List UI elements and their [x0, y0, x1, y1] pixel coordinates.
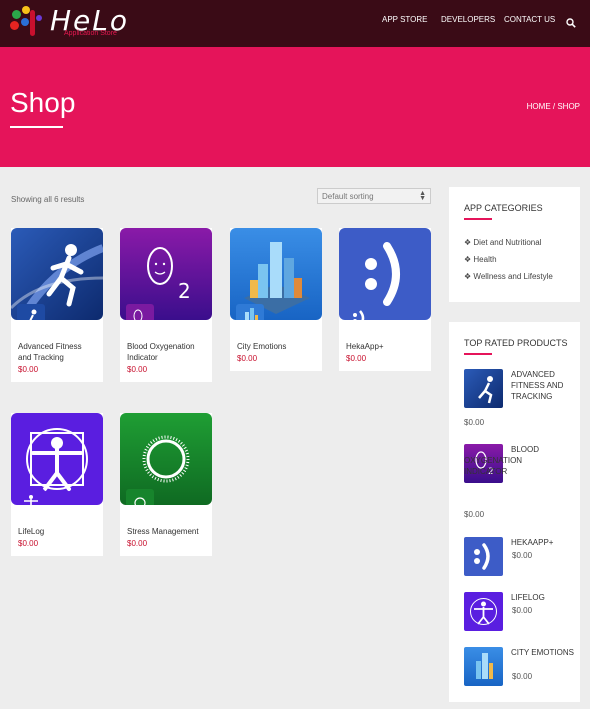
runner-thumb-icon	[29, 309, 37, 320]
product-image-lifelog[interactable]	[11, 413, 103, 505]
ring-thumb-icon	[134, 497, 146, 505]
product-card[interactable]: LifeLog $0.00	[11, 413, 103, 556]
top-rated-price: $0.00	[512, 551, 533, 560]
product-card[interactable]: Advanced Fitness and Tracking $0.00	[11, 228, 103, 382]
product-price: $0.00	[346, 354, 367, 363]
product-name[interactable]: LifeLog	[11, 505, 103, 537]
o2-thumb-icon: 2	[133, 309, 147, 320]
helo-logo[interactable]: HeLo Application Store	[10, 4, 127, 40]
product-thumb: 2	[126, 304, 154, 320]
title-underline	[10, 126, 63, 128]
select-arrows-icon: ▲ ▼	[419, 190, 426, 202]
top-rated-price: $0.00	[512, 606, 533, 615]
product-thumb	[17, 489, 45, 505]
top-rated-price: $0.00	[512, 672, 533, 681]
city-thumb-icon	[245, 308, 258, 320]
runner-icon[interactable]	[464, 369, 503, 408]
product-image-stress[interactable]	[120, 413, 212, 505]
product-price: $0.00	[127, 539, 148, 548]
category-label[interactable]: Diet and Nutritional	[473, 238, 541, 247]
category-item[interactable]: ❖ Wellness and Lifestyle	[464, 272, 553, 281]
logo-subtitle: Application Store	[64, 30, 117, 37]
top-rated-name[interactable]: BLOOD OXYGENATION INDICATOR	[464, 444, 581, 477]
product-card[interactable]: Stress Management $0.00	[120, 413, 212, 556]
breadcrumb[interactable]: HOME / SHOP	[527, 102, 580, 111]
product-image-heka[interactable]	[339, 228, 431, 320]
sort-selected-value: Default sorting	[322, 192, 374, 201]
category-item[interactable]: ❖ Diet and Nutritional	[464, 238, 541, 247]
top-rated-widget: TOP RATED PRODUCTS ADVANCED FITNESS AND …	[449, 322, 580, 702]
sort-select[interactable]: Default sorting ▲ ▼	[317, 188, 431, 204]
product-price: $0.00	[18, 365, 39, 374]
page-hero: Shop HOME / SHOP	[0, 47, 590, 167]
heka-thumb-icon	[353, 310, 365, 320]
product-card[interactable]: 2 2 Blood Oxygenation Indicator $0.00	[120, 228, 212, 382]
top-rated-name[interactable]: ADVANCED FITNESS AND TRACKING	[511, 369, 571, 402]
product-image-o2[interactable]: 2 2	[120, 228, 212, 320]
product-name[interactable]: City Emotions	[230, 320, 322, 352]
search-icon[interactable]	[566, 18, 576, 28]
top-rated-name[interactable]: CITY EMOTIONS	[511, 647, 581, 658]
nav-developers[interactable]: DEVELOPERS	[441, 15, 495, 24]
product-card[interactable]: City Emotions $0.00	[230, 228, 322, 371]
nav-app-store[interactable]: APP STORE	[382, 15, 428, 24]
product-price: $0.00	[237, 354, 258, 363]
product-image-city[interactable]	[230, 228, 322, 320]
top-rated-name[interactable]: HEKAAPP+	[511, 537, 581, 548]
top-navbar: HeLo Application Store APP STORE DEVELOP…	[0, 0, 590, 47]
product-thumb	[126, 489, 154, 505]
product-price: $0.00	[18, 539, 39, 548]
product-name[interactable]: Advanced Fitness and Tracking	[11, 320, 103, 363]
product-name[interactable]: Blood Oxygenation Indicator	[120, 320, 212, 363]
svg-text:2: 2	[143, 319, 147, 320]
page-title: Shop	[10, 87, 76, 118]
product-name[interactable]: Stress Management	[120, 505, 212, 537]
heka-face-icon[interactable]	[464, 537, 503, 576]
widget-title: APP CATEGORIES	[464, 203, 543, 213]
city-icon[interactable]	[464, 647, 503, 686]
product-price: $0.00	[127, 365, 148, 374]
category-label[interactable]: Wellness and Lifestyle	[473, 272, 552, 281]
category-label[interactable]: Health	[473, 255, 496, 264]
product-thumb	[236, 304, 264, 320]
top-rated-name-text[interactable]: BLOOD OXYGENATION INDICATOR	[464, 444, 564, 477]
app-categories-widget: APP CATEGORIES ❖ Diet and Nutritional ❖ …	[449, 187, 580, 302]
top-rated-price: $0.00	[464, 418, 485, 427]
vitruvian-thumb-icon	[24, 495, 38, 505]
widget-title: TOP RATED PRODUCTS	[464, 338, 568, 348]
top-rated-name[interactable]: LIFELOG	[511, 592, 581, 603]
results-count: Showing all 6 results	[11, 195, 85, 204]
category-item[interactable]: ❖ Health	[464, 255, 497, 264]
product-thumb	[17, 304, 45, 320]
widget-title-underline	[464, 218, 492, 220]
product-image-runner[interactable]	[11, 228, 103, 320]
widget-title-underline	[464, 353, 492, 355]
svg-text:2: 2	[178, 279, 191, 303]
product-name[interactable]: HekaApp+	[339, 320, 431, 352]
product-card[interactable]: HekaApp+ $0.00	[339, 228, 431, 371]
nav-contact-us[interactable]: CONTACT US	[504, 15, 555, 24]
product-thumb	[345, 304, 373, 320]
top-rated-price: $0.00	[464, 510, 485, 519]
vitruvian-icon[interactable]	[464, 592, 503, 631]
